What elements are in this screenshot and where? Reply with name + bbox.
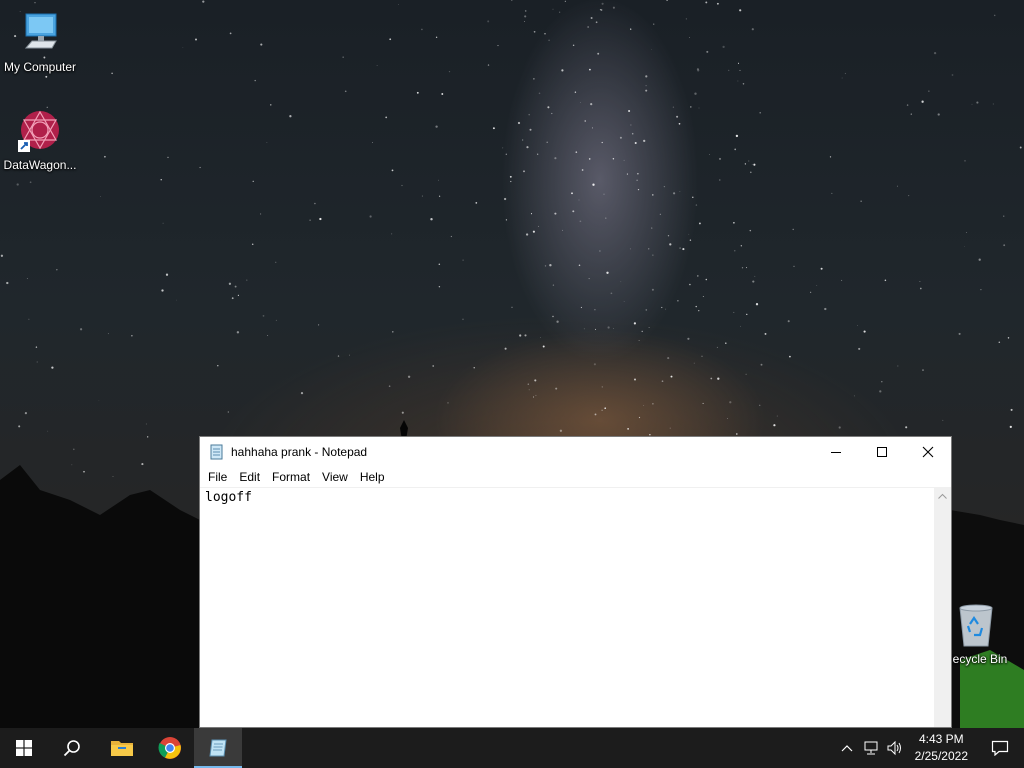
menu-view[interactable]: View	[316, 470, 354, 484]
speaker-icon	[887, 740, 901, 756]
notification-icon	[991, 740, 1009, 756]
taskbar-chrome[interactable]	[146, 728, 194, 768]
minimize-icon	[831, 452, 841, 453]
desktop-icon-label: Recycle Bin	[944, 652, 1008, 666]
start-button[interactable]	[0, 728, 48, 768]
notepad-icon	[209, 444, 225, 460]
chrome-icon	[158, 737, 181, 759]
recycle-bin-icon	[952, 602, 1000, 650]
show-hidden-icons-button[interactable]	[835, 728, 859, 768]
taskbar-notepad[interactable]	[194, 728, 242, 768]
notepad-icon	[209, 739, 227, 757]
network-icon	[864, 741, 878, 755]
minimize-button[interactable]	[813, 437, 859, 467]
menu-format[interactable]: Format	[266, 470, 316, 484]
system-tray: 4:43 PM 2/25/2022	[835, 728, 1024, 768]
file-explorer-icon	[111, 741, 133, 756]
scroll-up-button[interactable]	[934, 487, 951, 504]
search-icon	[63, 740, 80, 757]
maximize-button[interactable]	[859, 437, 905, 467]
menu-file[interactable]: File	[202, 470, 233, 484]
chevron-up-icon	[841, 745, 853, 752]
menu-edit[interactable]: Edit	[233, 470, 266, 484]
taskbar-file-explorer[interactable]	[98, 728, 146, 768]
notepad-window[interactable]: hahhaha prank - Notepad File Edit Format…	[199, 436, 952, 728]
computer-icon	[16, 10, 64, 58]
close-button[interactable]	[905, 437, 951, 467]
desktop-icon-my-computer[interactable]: My Computer	[0, 10, 80, 74]
text-editor-area[interactable]: logoff	[200, 487, 934, 727]
taskbar: 4:43 PM 2/25/2022	[0, 728, 1024, 768]
menu-help[interactable]: Help	[354, 470, 391, 484]
desktop-icon-recycle-bin[interactable]: Recycle Bin	[944, 602, 1024, 666]
datawagon-icon	[16, 108, 64, 156]
desktop-icon-label: My Computer	[3, 60, 77, 74]
desktop-icon-datawagon[interactable]: DataWagon...	[0, 108, 80, 172]
clock-date: 2/25/2022	[914, 749, 968, 763]
chevron-up-icon	[938, 493, 947, 499]
start-icon	[16, 740, 32, 756]
clock[interactable]: 4:43 PM 2/25/2022	[907, 731, 976, 765]
action-center-button[interactable]	[976, 728, 1024, 768]
clock-time: 4:43 PM	[918, 732, 964, 746]
volume-button[interactable]	[883, 728, 907, 768]
window-title: hahhaha prank - Notepad	[231, 445, 368, 459]
close-icon	[922, 446, 934, 458]
desktop-icon-label: DataWagon...	[3, 158, 77, 172]
notepad-titlebar[interactable]: hahhaha prank - Notepad	[200, 437, 951, 467]
network-button[interactable]	[859, 728, 883, 768]
menu-bar: File Edit Format View Help	[200, 467, 951, 488]
search-button[interactable]	[48, 728, 96, 768]
maximize-icon	[877, 447, 887, 457]
vertical-scrollbar[interactable]	[934, 487, 951, 727]
